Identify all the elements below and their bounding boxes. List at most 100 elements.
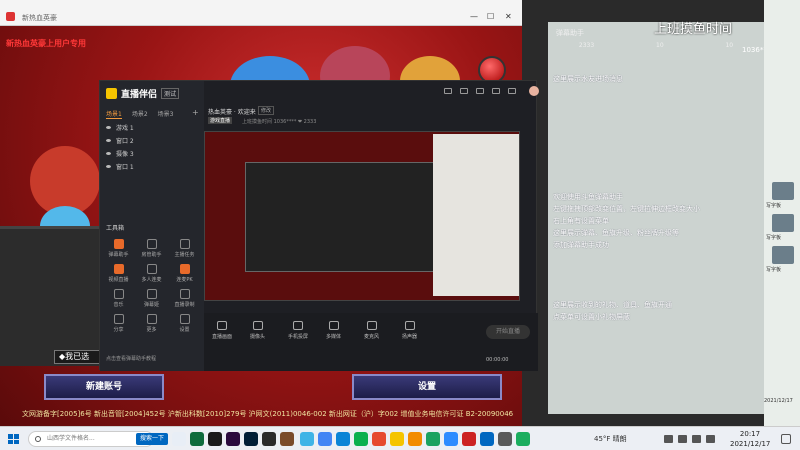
- taskbar-app-icon[interactable]: [336, 432, 350, 446]
- message-icon[interactable]: [444, 88, 452, 94]
- control-button[interactable]: 手机投屏: [288, 321, 308, 340]
- game-titlebar[interactable]: 新热血英豪 — ☐ ✕: [0, 0, 522, 26]
- search-icon: [35, 436, 41, 442]
- search-button[interactable]: 搜索一下: [136, 433, 169, 445]
- taskbar-app-icon[interactable]: [300, 432, 314, 446]
- tool-button[interactable]: 设置: [168, 314, 201, 333]
- taskbar-app-icon[interactable]: [390, 432, 404, 446]
- close-icon[interactable]: ✕: [505, 12, 512, 21]
- control-button[interactable]: 麦克风: [364, 321, 379, 340]
- control-button[interactable]: 多媒体: [326, 321, 341, 340]
- tool-button[interactable]: 更多: [135, 314, 168, 333]
- taskbar-app-icon[interactable]: [498, 432, 512, 446]
- taskbar-app-icon[interactable]: [408, 432, 422, 446]
- game-settings-button[interactable]: 设置: [352, 374, 502, 400]
- taskbar-app-icon[interactable]: [244, 432, 258, 446]
- scene-tab[interactable]: 场景3: [158, 109, 174, 119]
- notification-icon[interactable]: [781, 434, 791, 444]
- document-icon[interactable]: [772, 182, 794, 200]
- start-icon[interactable]: [8, 434, 19, 444]
- preview-danmu-panel: [433, 134, 519, 296]
- source-label: 窗口 1: [116, 164, 134, 171]
- control-button[interactable]: 摄像头: [250, 321, 265, 340]
- tool-icon: [113, 264, 124, 274]
- desktop-icon-label: 写字板: [766, 235, 782, 241]
- game-license-footer: 文网游备字[2005]6号 新出音管[2004]452号 沪新出科数[2010]…: [22, 410, 514, 418]
- tool-button[interactable]: 视频直播: [102, 264, 135, 283]
- source-item[interactable]: 游戏 1: [104, 121, 200, 134]
- source-item[interactable]: 窗口 2: [104, 134, 200, 147]
- document-icon[interactable]: [772, 246, 794, 264]
- game-selected-label[interactable]: ◆我已选: [54, 350, 102, 364]
- scene-tab[interactable]: 场景1: [106, 109, 122, 119]
- tool-icon: [146, 264, 157, 274]
- eye-icon[interactable]: [106, 139, 111, 142]
- tool-label: 多人连麦: [141, 277, 162, 283]
- taskbar-app-icon[interactable]: [262, 432, 276, 446]
- taskbar-app-icon[interactable]: [226, 432, 240, 446]
- control-button[interactable]: 直播画面: [212, 321, 232, 340]
- menu-icon[interactable]: [476, 88, 484, 94]
- add-scene-icon[interactable]: +: [192, 108, 199, 117]
- minimize-icon[interactable]: —: [470, 12, 478, 21]
- stream-preview[interactable]: [204, 131, 520, 301]
- danmu-assistant-window[interactable]: 弹幕助手 2333 10 10 这里展示水友进场消息 欢迎使用斗鱼弹幕助手 左键拖拽顶部…: [548, 22, 764, 414]
- close-icon[interactable]: [508, 88, 516, 94]
- minimize-icon[interactable]: [492, 88, 500, 94]
- tool-button[interactable]: 弹幕助手: [102, 239, 135, 258]
- search-placeholder: 山西学文件格名...: [47, 435, 95, 442]
- taskbar-app-icon[interactable]: [172, 432, 186, 446]
- tool-button[interactable]: 房管助手: [135, 239, 168, 258]
- tool-button[interactable]: 音乐: [102, 289, 135, 308]
- eye-icon[interactable]: [106, 165, 111, 168]
- start-live-button[interactable]: 开始直播: [486, 325, 530, 339]
- eye-icon[interactable]: [106, 152, 111, 155]
- media-icon: [328, 321, 339, 330]
- taskbar-app-icon[interactable]: [462, 432, 476, 446]
- new-account-button[interactable]: 新建账号: [44, 374, 164, 400]
- taskbar-app-icon[interactable]: [444, 432, 458, 446]
- gift-icon[interactable]: [460, 88, 468, 94]
- tray-app-icon[interactable]: [664, 435, 673, 443]
- taskbar-app-icon[interactable]: [190, 432, 204, 446]
- screen-icon: [217, 321, 227, 330]
- tool-button[interactable]: 弹幕姬: [135, 289, 168, 308]
- control-button[interactable]: 扬声器: [402, 321, 417, 340]
- source-item[interactable]: 窗口 1: [104, 160, 200, 173]
- taskbar-app-icon[interactable]: [480, 432, 494, 446]
- tray-app-icon[interactable]: [678, 435, 687, 443]
- edit-room-button[interactable]: 修改: [258, 106, 275, 115]
- taskbar-app-icon[interactable]: [280, 432, 294, 446]
- control-label: 多媒体: [326, 334, 342, 340]
- tool-icon: [113, 289, 124, 299]
- scene-tab[interactable]: 场景2: [132, 109, 148, 119]
- tool-button[interactable]: 直播录制: [168, 289, 201, 308]
- weather-widget[interactable]: 45°F 晴朗: [594, 434, 627, 444]
- volume-icon[interactable]: [706, 435, 715, 443]
- tool-button[interactable]: 连麦PK: [168, 264, 201, 283]
- taskbar-app-icon[interactable]: [372, 432, 386, 446]
- danmu-message: 这里展示弹幕、鱼旗升级、粉丝牌升级等: [553, 229, 679, 237]
- room-info: 上班摸鱼时间 1036**** ❤ 2333: [242, 119, 317, 125]
- phone-icon: [293, 321, 303, 330]
- taskbar-app-icon[interactable]: [318, 432, 332, 446]
- maximize-icon[interactable]: ☐: [487, 12, 494, 21]
- danmu-message: 这里展示收到的礼物、道具、鱼旗开通: [553, 301, 672, 309]
- taskbar-app-icon[interactable]: [426, 432, 440, 446]
- control-label: 麦克风: [364, 334, 380, 340]
- tool-label: 分享: [113, 327, 124, 333]
- source-item[interactable]: 摄像 3: [104, 147, 200, 160]
- system-clock[interactable]: 20:17 2021/12/17: [730, 429, 770, 449]
- network-icon[interactable]: [692, 435, 701, 443]
- tool-button[interactable]: 主播任务: [168, 239, 201, 258]
- tutorial-tip[interactable]: 点击查看弹幕助手教程: [106, 355, 156, 362]
- taskbar-app-icon[interactable]: [516, 432, 530, 446]
- document-icon[interactable]: [772, 214, 794, 232]
- live-category-badge[interactable]: 游戏直播: [208, 117, 233, 124]
- tool-button[interactable]: 分享: [102, 314, 135, 333]
- avatar[interactable]: [529, 86, 539, 96]
- eye-icon[interactable]: [106, 126, 111, 129]
- tool-button[interactable]: 多人连麦: [135, 264, 168, 283]
- taskbar-app-icon[interactable]: [354, 432, 368, 446]
- taskbar-app-icon[interactable]: [208, 432, 222, 446]
